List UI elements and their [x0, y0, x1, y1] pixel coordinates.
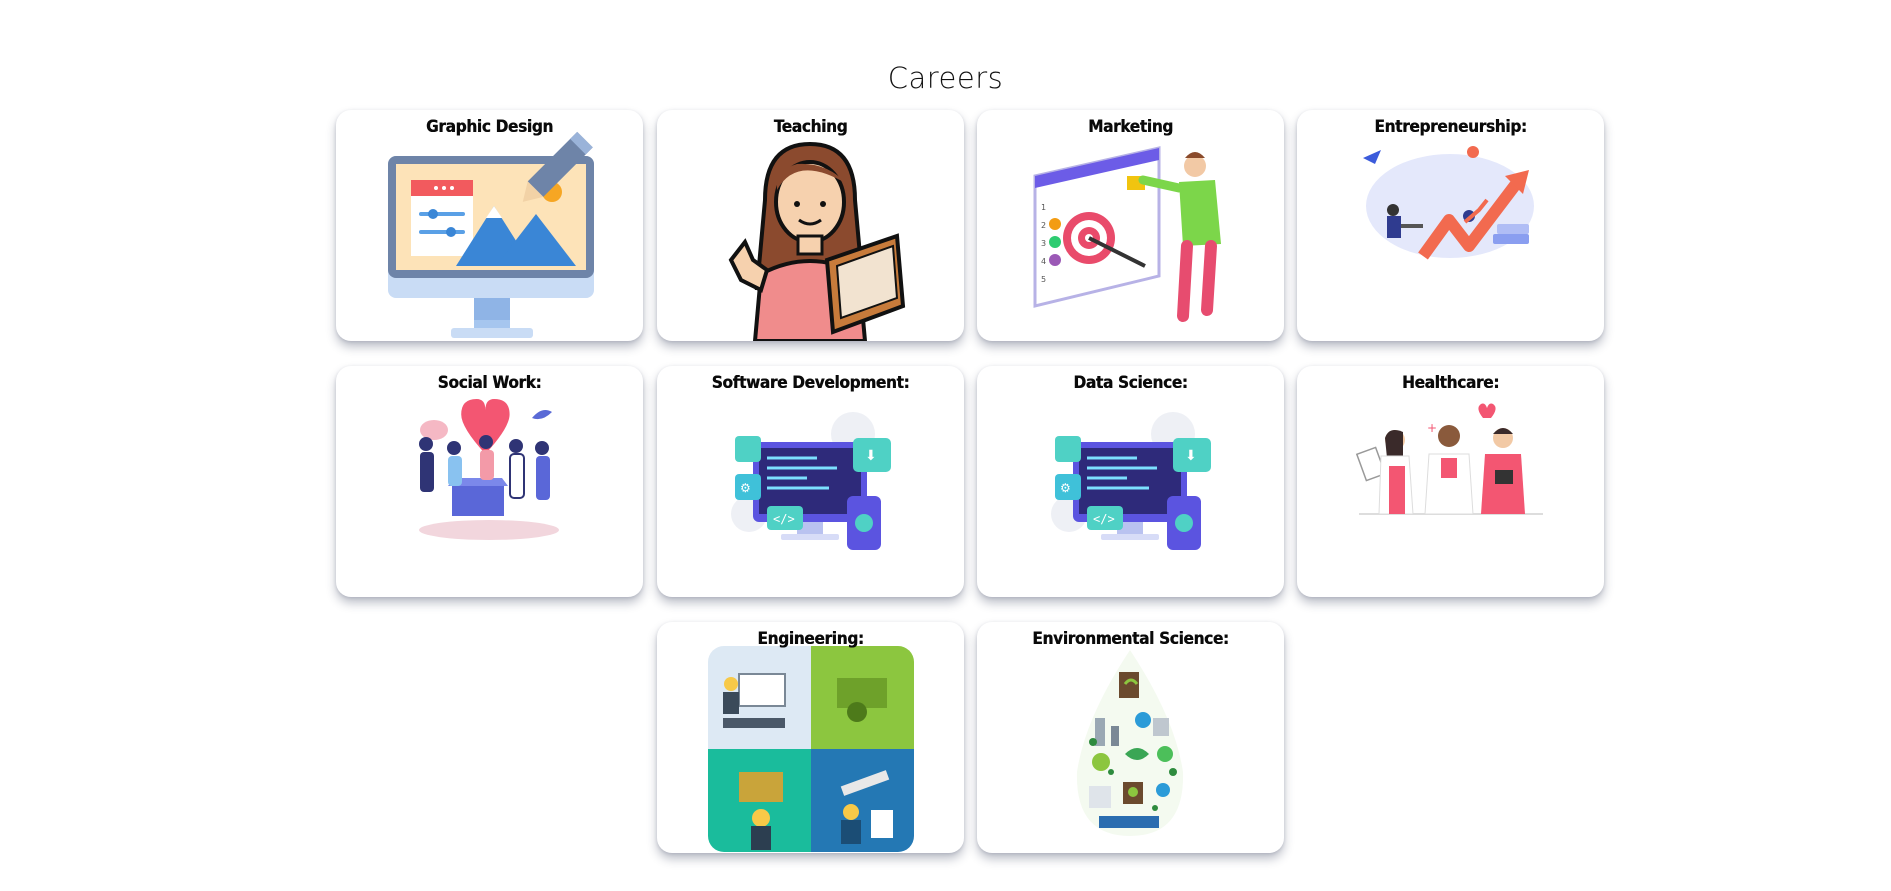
svg-text:1: 1	[1041, 203, 1046, 212]
career-card-engineering[interactable]: Engineering:	[657, 622, 964, 853]
card-title: Graphic Design	[426, 117, 553, 137]
svg-text:⬇: ⬇	[865, 448, 877, 464]
card-title: Entrepreneurship:	[1374, 117, 1527, 137]
card-title: Software Development:	[711, 373, 910, 393]
career-card-environmental-science[interactable]: Environmental Science:	[977, 622, 1284, 853]
svg-text:⚙: ⚙	[1060, 481, 1071, 495]
page-title: Careers	[887, 61, 1004, 95]
card-title: Social Work:	[437, 373, 542, 393]
svg-text:5: 5	[1041, 275, 1046, 284]
card-title: Engineering:	[757, 629, 864, 649]
svg-text:2: 2	[1041, 221, 1046, 230]
environmental-science-icon	[1076, 650, 1184, 836]
marketing-icon: 1 2 3 4 5	[1033, 146, 1221, 322]
social-work-icon	[419, 399, 559, 540]
svg-text:⬇: ⬇	[1185, 448, 1197, 464]
svg-text:</>: </>	[773, 512, 795, 526]
career-card-teaching[interactable]: Teaching	[657, 110, 964, 341]
graphic-design-icon	[388, 131, 594, 338]
healthcare-icon: +	[1355, 403, 1543, 515]
career-card-healthcare[interactable]: + Healthcare:	[1297, 366, 1604, 597]
svg-text:+: +	[1427, 421, 1437, 435]
svg-text:</>: </>	[1093, 512, 1115, 526]
data-science-icon: ⚙ </> ⬇	[1051, 412, 1211, 550]
card-title: Healthcare:	[1401, 373, 1500, 393]
career-card-social-work[interactable]: Social Work:	[336, 366, 643, 597]
career-card-marketing[interactable]: 1 2 3 4 5 Marketing	[977, 110, 1284, 341]
card-title: Environmental Science:	[1032, 629, 1229, 649]
entrepreneurship-icon	[1363, 146, 1534, 260]
engineering-icon	[708, 646, 914, 852]
card-title: Marketing	[1088, 117, 1173, 137]
teacher-icon	[728, 141, 906, 341]
software-development-icon: ⚙ </> ⬇	[731, 412, 891, 550]
svg-text:4: 4	[1041, 257, 1046, 266]
career-card-software-development[interactable]: ⚙ </> ⬇ Software Development:	[657, 366, 964, 597]
career-card-graphic-design[interactable]: Graphic Design	[336, 110, 643, 341]
svg-text:⚙: ⚙	[740, 481, 751, 495]
card-title: Data Science:	[1073, 373, 1188, 393]
career-card-entrepreneurship[interactable]: Entrepreneurship:	[1297, 110, 1604, 341]
career-card-data-science[interactable]: ⚙ </> ⬇ Data Science:	[977, 366, 1284, 597]
svg-text:3: 3	[1041, 239, 1046, 248]
card-title: Teaching	[773, 117, 848, 137]
